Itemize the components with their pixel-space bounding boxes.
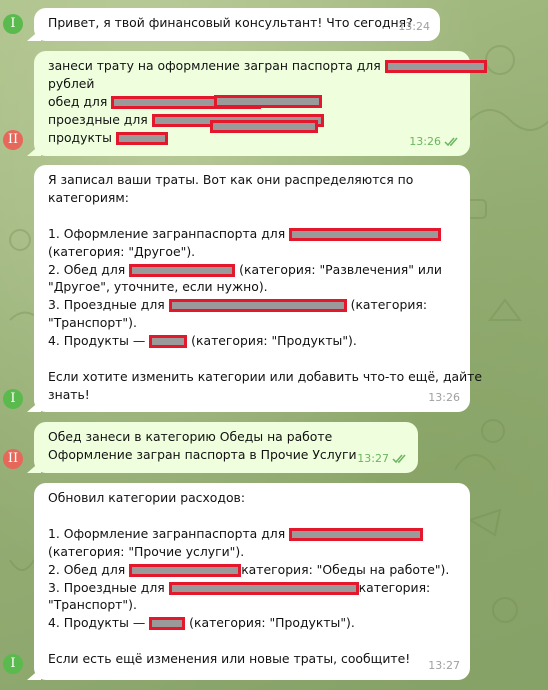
message-text: 3. Проездные для категория: <box>48 579 431 595</box>
redaction-box <box>149 335 188 349</box>
message-text: 4. Продукты — (категория: "Продукты"). <box>48 333 357 349</box>
message-text <box>48 207 458 225</box>
redaction-box <box>115 131 168 145</box>
message-text: "Транспорт"). <box>48 315 137 331</box>
message-text <box>48 350 458 368</box>
redaction-box <box>129 563 242 577</box>
message-text: Если хотите изменить категории или добав… <box>48 368 482 384</box>
message-text: Обед занеси в категорию Обеды на работе <box>48 429 333 444</box>
message-text: рублей <box>48 75 95 91</box>
redaction-box <box>168 299 347 313</box>
message-text: 4. Продукты — (категория: "Продукты"). <box>48 615 355 631</box>
message-text: знать! <box>48 386 90 402</box>
outgoing-message[interactable]: Обед занеси в категорию Обеды на работе … <box>27 422 418 473</box>
message-text: Привет, я твой финансовый консультант! Ч… <box>48 15 413 30</box>
message-text: (категория: "Другое"). <box>48 243 196 259</box>
message-text: 2. Обед для (категория: "Развлечения" ил… <box>48 261 442 277</box>
message-text: "Другое", уточните, если нужно). <box>48 279 268 295</box>
avatar[interactable]: I <box>3 389 23 409</box>
redaction-box <box>384 60 487 73</box>
redaction-box <box>129 263 236 277</box>
message-text: Я записал ваши траты. Вот как они распре… <box>48 172 414 187</box>
double-check-icon <box>444 137 458 147</box>
message-text: 1. Оформление загранпаспорта для <box>48 525 458 543</box>
redaction-box <box>168 581 359 595</box>
redaction-box <box>214 95 322 108</box>
outgoing-message[interactable]: занеси трату на оформление загран паспор… <box>27 51 487 156</box>
message-text: занеси трату на оформление загран паспор… <box>48 57 487 75</box>
message-text: Обновил категории расходов: <box>48 490 246 505</box>
message-text <box>48 507 458 525</box>
avatar[interactable]: I <box>3 654 23 674</box>
message-text: (категория: "Прочие услуги"). <box>48 543 245 559</box>
message-text: 2. Обед для категория: "Обеды на работе"… <box>48 561 450 577</box>
incoming-message[interactable]: Обновил категории расходов: 1. Оформлени… <box>27 483 470 680</box>
incoming-message[interactable]: Я записал ваши траты. Вот как они распре… <box>27 165 482 412</box>
double-check-icon <box>392 454 406 464</box>
message-text: Если есть ещё изменения или новые траты,… <box>48 651 411 667</box>
message-time: 13:24 <box>398 20 430 34</box>
message-time: 13:26 <box>428 391 460 405</box>
redaction-box <box>149 617 186 631</box>
message-text: 1. Оформление загранпаспорта для <box>48 225 458 243</box>
message-text: 3. Проездные для (категория: <box>48 297 427 313</box>
message-text: категориям: <box>48 189 129 205</box>
message-text <box>48 632 458 650</box>
avatar[interactable]: I <box>3 14 23 34</box>
message-time: 13:26 <box>409 133 460 151</box>
redaction-box <box>289 227 442 241</box>
message-text: Оформление загран паспорта в Прочие Услу… <box>48 446 357 462</box>
incoming-message[interactable]: Привет, я твой финансовый консультант! Ч… <box>27 8 440 41</box>
redaction-box <box>210 120 318 133</box>
message-time: 13:27 <box>428 659 460 673</box>
avatar[interactable]: II <box>3 449 23 469</box>
message-text: "Транспорт"). <box>48 597 137 613</box>
message-time: 13:27 <box>357 450 408 468</box>
redaction-box <box>289 527 424 541</box>
avatar[interactable]: II <box>3 130 23 150</box>
